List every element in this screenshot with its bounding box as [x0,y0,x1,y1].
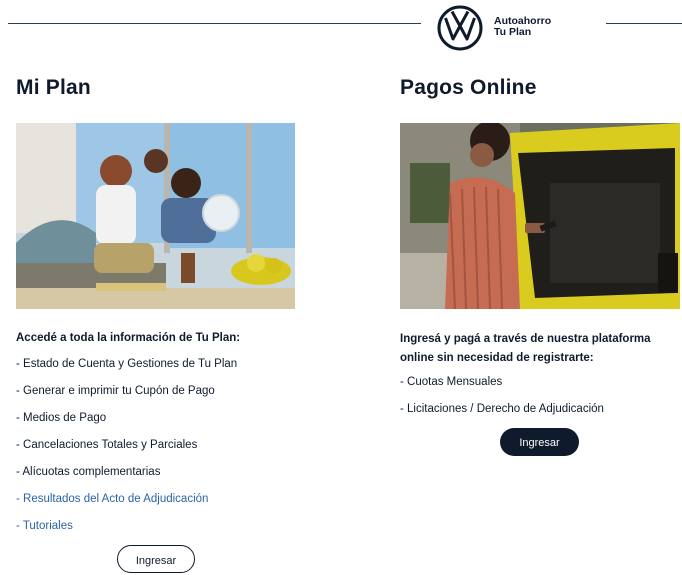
list-item: - Medios de Pago [16,412,107,424]
mi-plan-list: - Estado de Cuenta y Gestiones de Tu Pla… [16,351,237,540]
list-item: - Estado de Cuenta y Gestiones de Tu Pla… [16,358,238,370]
pagos-online-intro: Ingresá y pagá a través de nuestra plata… [400,333,651,364]
volkswagen-logo-icon[interactable] [437,5,483,51]
list-item: - Cancelaciones Totales y Parciales [16,439,198,451]
pagos-online-list: - Cuotas Mensuales - Licitaciones / Dere… [400,369,604,423]
list-item: - Alícuotas complementarias [16,466,161,478]
list-item: - Licitaciones / Derecho de Adjudicación [400,403,604,415]
family-photo [16,123,295,309]
pagos-online-ingresar-button[interactable]: Ingresar [500,428,579,456]
pagos-online-title: Pagos Online [400,76,537,99]
mi-plan-ingresar-button[interactable]: Ingresar [117,545,195,573]
tutoriales-link[interactable]: - Tutoriales [16,513,237,540]
list-item: - Cuotas Mensuales [400,376,503,388]
resultados-link[interactable]: - Resultados del Acto de Adjudicación [16,486,237,513]
header-divider-right [606,23,682,24]
mi-plan-title: Mi Plan [16,76,91,99]
brand-line-2: Tu Plan [494,26,532,38]
mi-plan-intro: Accedé a toda la información de Tu Plan: [16,332,241,344]
list-item: - Generar e imprimir tu Cupón de Pago [16,385,215,397]
brand-name[interactable]: Autoahorro Tu Plan [494,16,551,38]
header-divider-left [8,23,421,24]
woman-phone-car-photo [400,123,680,309]
